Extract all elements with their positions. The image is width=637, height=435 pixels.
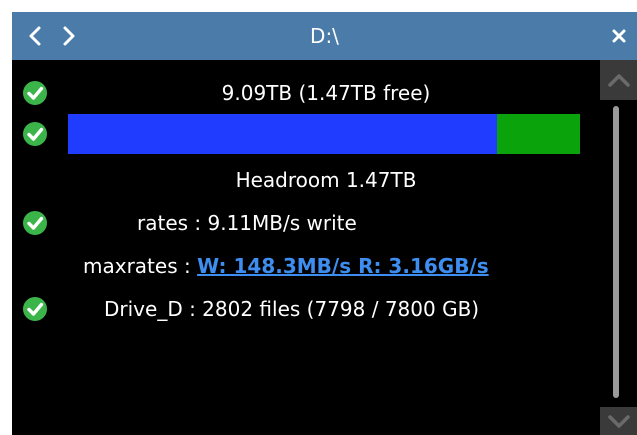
check-icon (23, 122, 47, 146)
scroll-up-button[interactable] (600, 60, 637, 100)
scroll-down-button[interactable] (600, 407, 637, 435)
maxrates-label: maxrates : (83, 254, 198, 278)
headroom-text: Headroom 1.47TB (235, 168, 417, 192)
window-title: D:\ (310, 24, 339, 48)
back-button[interactable] (20, 23, 50, 49)
check-icon (23, 81, 47, 105)
maxrates-link[interactable]: W: 148.3MB/s R: 3.16GB/s (197, 254, 489, 278)
rates-text: rates : 9.11MB/s write (137, 211, 357, 235)
usage-bar (68, 114, 580, 154)
usage-bar-free (497, 114, 580, 154)
usage-bar-used (68, 114, 498, 154)
forward-button[interactable] (54, 23, 84, 49)
files-text: Drive_D : 2802 files (7798 / 7800 GB) (104, 297, 480, 321)
check-icon (23, 297, 47, 321)
capacity-text: 9.09TB (1.47TB free) (221, 81, 431, 105)
check-icon (23, 211, 47, 235)
vertical-scrollbar[interactable] (600, 60, 637, 435)
title-bar: D:\ (12, 12, 637, 60)
drive-window: D:\ 9.09TB (1.47TB free) Headroom 1.47TB (12, 12, 637, 435)
maxrates-row: maxrates : W: 148.3MB/s R: 3.16GB/s (83, 253, 489, 279)
chevron-down-icon (607, 415, 630, 428)
close-button[interactable] (607, 24, 631, 48)
scroll-thumb[interactable] (613, 106, 619, 398)
chevron-left-icon (29, 26, 41, 46)
chevron-up-icon (607, 74, 630, 87)
close-icon (612, 29, 626, 43)
drive-info-panel: 9.09TB (1.47TB free) Headroom 1.47TB rat… (12, 60, 600, 435)
chevron-right-icon (63, 26, 75, 46)
